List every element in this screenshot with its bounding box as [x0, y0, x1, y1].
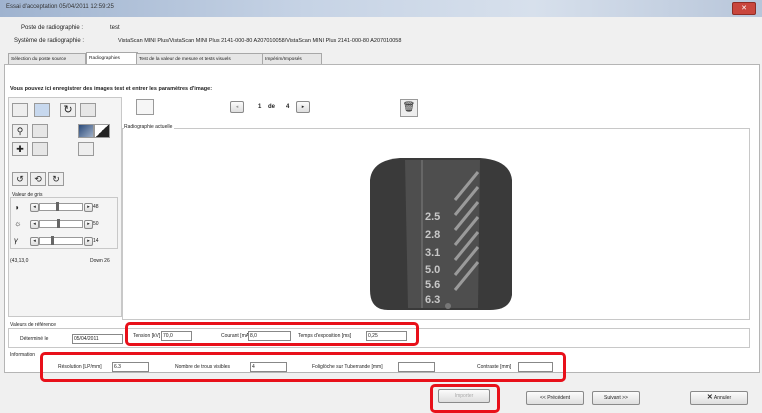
trash-icon[interactable]: 🗑: [400, 99, 418, 117]
station-value: test: [110, 25, 120, 31]
pager-current: 1: [258, 104, 262, 110]
invert-icon[interactable]: [94, 124, 110, 138]
scanner-icon[interactable]: [136, 99, 154, 115]
disabled-tool-icon: [80, 103, 96, 117]
rotate-right-icon[interactable]: ↻: [48, 172, 64, 186]
title-bar: Essai d'acceptation 05/04/2011 12:59:25 …: [0, 0, 762, 17]
brightness-slider[interactable]: [39, 220, 83, 228]
import-button[interactable]: Importer: [438, 389, 490, 403]
status-mode: Down 26: [90, 258, 110, 264]
move-icon[interactable]: ✚: [12, 142, 28, 156]
gamma-decrease[interactable]: ◂: [30, 237, 39, 246]
lp-label-2: 2.8: [425, 229, 440, 241]
determined-date-field[interactable]: 05/04/2011: [72, 334, 123, 344]
exposure-label: Temps d'exposition [ms]: [298, 333, 352, 339]
contrast-slider[interactable]: [39, 203, 83, 211]
resolution-field[interactable]: 6.3: [112, 362, 149, 372]
scan-icon[interactable]: [12, 103, 28, 117]
instructions-text: Vous pouvez ici enregistrer des images t…: [10, 86, 213, 92]
pager-total: 4: [286, 104, 290, 110]
current-field[interactable]: 8,0: [248, 331, 291, 341]
crop-icon[interactable]: [78, 142, 94, 156]
gamma-icon: 𝛾: [14, 236, 19, 245]
brightness-icon: ☼: [14, 219, 22, 228]
holes-label: Nombre de trous visibles: [175, 364, 231, 370]
next-image-button[interactable]: ▸: [296, 101, 310, 113]
next-button[interactable]: Suivant >>: [592, 391, 640, 405]
gamma-increase[interactable]: ▸: [84, 237, 93, 246]
contrast-decrease[interactable]: ◂: [30, 203, 39, 212]
brightness-value: 50: [93, 221, 99, 227]
previous-image-button[interactable]: ◂: [230, 101, 244, 113]
focal-label: Foliglöche sur Tuberrande [mm]: [312, 364, 383, 370]
contrast-slider-thumb[interactable]: [56, 202, 59, 211]
lp-label-6: 6.3: [425, 294, 440, 306]
radiograph-label: Radiographie actuelle: [124, 124, 175, 130]
status-coordinates: (43,13,0: [10, 258, 29, 264]
voltage-field[interactable]: 70,0: [161, 331, 192, 341]
rotate-180-icon[interactable]: ⟲: [30, 172, 46, 186]
information-group-label: Information: [10, 352, 36, 358]
contrast-value: 48: [93, 204, 99, 210]
previous-button[interactable]: << Précédent: [526, 391, 584, 405]
current-label: Courant [mA]: [221, 333, 251, 339]
lp-label-4: 5.0: [425, 264, 440, 276]
station-label: Poste de radiographie :: [21, 25, 84, 31]
determined-label: Déterminé le: [20, 336, 49, 342]
lp-label-5: 5.6: [425, 279, 440, 291]
voltage-label: Tension [kV]: [133, 333, 161, 339]
contrast-mm-field[interactable]: [518, 362, 553, 372]
rotate-icon[interactable]: ↻: [60, 103, 76, 117]
lp-label-3: 3.1: [425, 247, 440, 259]
rotate-left-icon[interactable]: ↺: [12, 172, 28, 186]
disabled-measure-icon: [32, 142, 48, 156]
system-value: VistaScan MINI Plus/VistaScan MINI Plus …: [118, 38, 402, 44]
pager-of: de: [268, 104, 276, 110]
contrast-mm-label: Contraste [mm]: [477, 364, 512, 370]
exposure-field[interactable]: 0,25: [366, 331, 407, 341]
disabled-zoom-icon: [32, 124, 48, 138]
brightness-slider-thumb[interactable]: [57, 219, 60, 228]
brightness-decrease[interactable]: ◂: [30, 220, 39, 229]
system-label: Système de radiographie :: [14, 38, 85, 44]
gamma-value: 14: [93, 238, 99, 244]
focal-field[interactable]: [398, 362, 435, 372]
window-title: Essai d'acceptation 05/04/2011 12:59:25: [6, 4, 114, 10]
zoom-icon[interactable]: ⚲: [12, 124, 28, 138]
image-mode-icon[interactable]: [34, 103, 50, 117]
cancel-button[interactable]: ✕ Annuler: [690, 391, 748, 405]
contrast-icon: ◑: [14, 203, 19, 212]
brightness-increase[interactable]: ▸: [84, 220, 93, 229]
gamma-slider[interactable]: [39, 237, 83, 245]
cancel-x-icon: ✕: [706, 394, 713, 401]
close-button[interactable]: ✕: [732, 2, 756, 15]
lp-label-1: 2.5: [425, 211, 440, 223]
cancel-label: Annuler: [713, 395, 732, 401]
radiograph-image: 2.5 2.8 3.1 5.0 5.6 6.3: [360, 140, 520, 315]
gamma-slider-thumb[interactable]: [51, 236, 54, 245]
holes-field[interactable]: 4: [250, 362, 287, 372]
resolution-label: Résolution [LP/mm]: [58, 364, 102, 370]
image-icon[interactable]: [78, 124, 94, 138]
contrast-increase[interactable]: ▸: [84, 203, 93, 212]
